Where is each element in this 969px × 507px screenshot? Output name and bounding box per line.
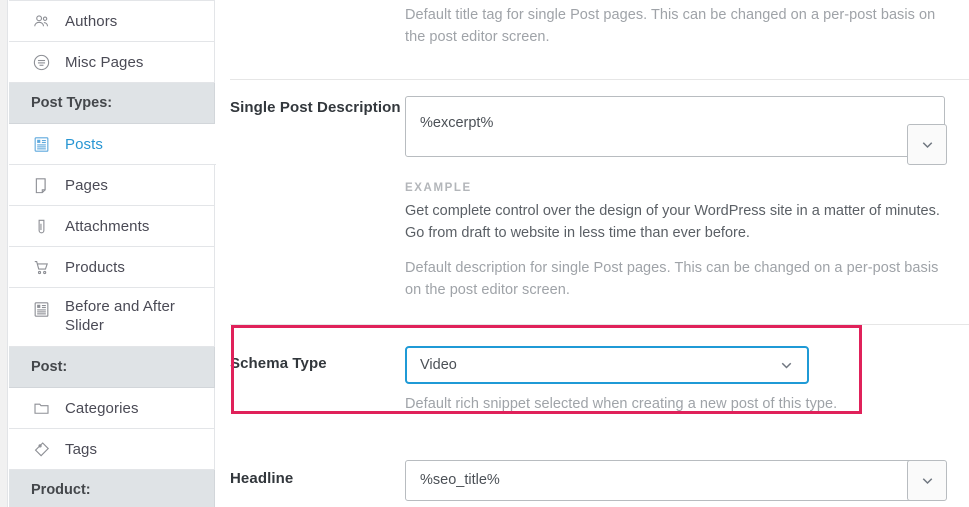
sidebar-item-before-and-after-slider[interactable]: Before and After Slider [9, 288, 215, 347]
folder-icon [31, 398, 52, 419]
single-post-description-dropdown-button[interactable] [907, 124, 947, 165]
tag-icon [31, 439, 52, 460]
headline-row: Headline %seo_title% [216, 415, 969, 501]
app-root: Authors Misc Pages Post Types: Posts Pag… [0, 0, 969, 507]
sidebar-item-pages[interactable]: Pages [9, 165, 215, 206]
single-post-description-input[interactable]: %excerpt% [405, 96, 945, 157]
sidebar-item-attachments[interactable]: Attachments [9, 206, 215, 247]
sidebar-heading-label: Post Types: [31, 95, 113, 111]
sidebar-item-label: Products [65, 258, 125, 276]
sidebar-heading-label: Post: [31, 359, 68, 375]
sidebar-item-authors[interactable]: Authors [9, 1, 215, 42]
sidebar-item-label: Categories [65, 399, 139, 417]
sidebar-heading-product: Product: [9, 470, 215, 507]
sidebar-item-label: Pages [65, 176, 109, 194]
title-tag-help-body: Default title tag for single Post pages.… [405, 4, 969, 48]
sidebar-item-products[interactable]: Products [9, 247, 215, 288]
headline-input[interactable]: %seo_title% [405, 460, 945, 501]
settings-main-panel: Default title tag for single Post pages.… [216, 0, 969, 507]
headline-label: Headline [230, 470, 294, 487]
chevron-down-icon [919, 472, 936, 489]
attachment-icon [31, 216, 52, 237]
single-post-description-row: Single Post Description %excerpt% EXAMPL… [216, 80, 969, 301]
schema-type-body: Video Default rich snippet selected when… [405, 346, 969, 415]
chevron-down-icon [919, 136, 936, 153]
sidebar-item-misc-pages[interactable]: Misc Pages [9, 42, 215, 83]
sidebar-item-label: Authors [65, 12, 118, 30]
title-tag-help-text: Default title tag for single Post pages.… [405, 7, 936, 45]
pages-icon [31, 175, 52, 196]
single-post-description-control: %excerpt% [405, 96, 947, 165]
sidebar-item-posts[interactable]: Posts [9, 124, 221, 165]
headline-control: %seo_title% [405, 460, 947, 501]
schema-type-selected-value: Video [420, 357, 457, 373]
chevron-down-icon [778, 357, 795, 374]
headline-dropdown-button[interactable] [907, 460, 947, 501]
left-gutter [0, 0, 8, 507]
sidebar-item-label: Tags [65, 440, 98, 458]
schema-type-select[interactable]: Video [405, 346, 809, 384]
single-post-description-body: %excerpt% EXAMPLE Get complete control o… [405, 96, 969, 301]
sidebar-item-tags[interactable]: Tags [9, 429, 215, 470]
sidebar-heading-label: Product: [31, 482, 91, 498]
example-label: EXAMPLE [405, 182, 472, 194]
schema-type-row: Schema Type Video Default rich snippet s… [216, 325, 969, 415]
authors-icon [31, 11, 52, 32]
settings-sidebar: Authors Misc Pages Post Types: Posts Pag… [9, 0, 221, 507]
schema-type-label: Schema Type [230, 355, 327, 372]
example-text: Get complete control over the design of … [405, 203, 940, 241]
headline-body: %seo_title% [405, 460, 969, 501]
cart-icon [31, 257, 52, 278]
misc-pages-icon [31, 52, 52, 73]
sidebar-item-label: Misc Pages [65, 53, 144, 71]
sidebar-heading-post-types: Post Types: [9, 83, 215, 124]
slider-icon [31, 299, 52, 320]
sidebar-item-label: Before and After Slider [65, 298, 176, 334]
single-post-description-label: Single Post Description [230, 99, 401, 116]
sidebar-item-categories[interactable]: Categories [9, 388, 215, 429]
sidebar-item-label: Attachments [65, 217, 150, 235]
title-tag-help-row: Default title tag for single Post pages.… [216, 0, 969, 48]
single-post-description-help: Default description for single Post page… [405, 260, 939, 298]
sidebar-heading-post: Post: [9, 347, 215, 388]
sidebar-item-label: Posts [65, 135, 104, 153]
posts-icon [31, 134, 52, 155]
schema-type-help: Default rich snippet selected when creat… [405, 396, 838, 412]
spacer-label [230, 4, 405, 48]
